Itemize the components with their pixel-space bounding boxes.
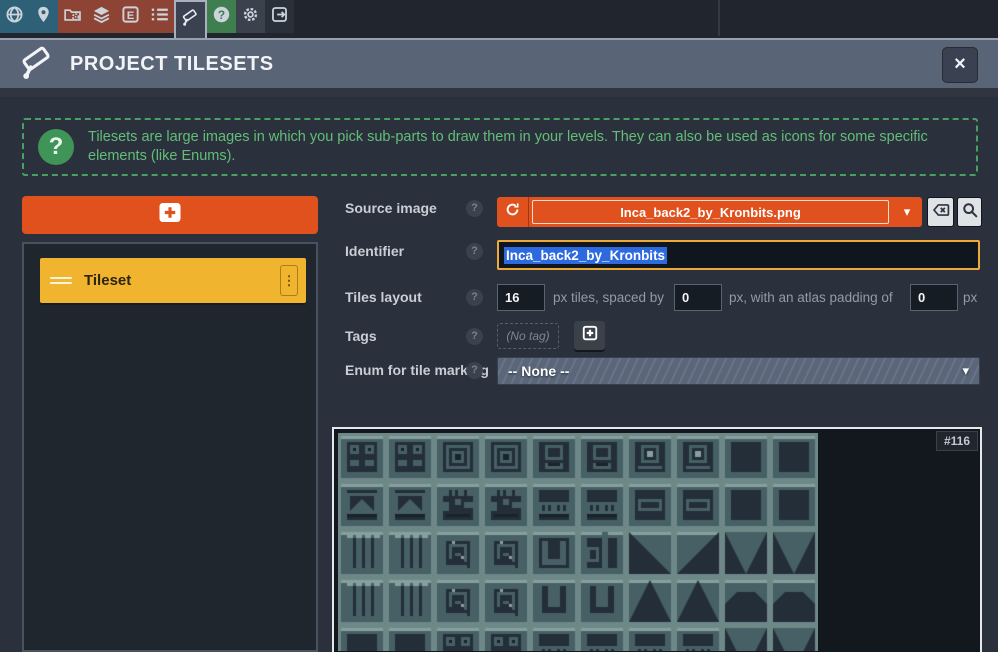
item-menu-button[interactable]: ⋮	[280, 265, 298, 296]
enum-marking-select[interactable]: -- None -- ▾	[497, 357, 980, 385]
layers-icon	[92, 5, 111, 29]
tiles-layout-text-1: px tiles, spaced by	[553, 290, 664, 305]
world-icon	[5, 5, 24, 29]
exit-button[interactable]	[265, 0, 294, 33]
chevron-down-icon: ▾	[962, 363, 969, 379]
plus-icon	[158, 202, 182, 228]
tileset-preview: #116	[332, 427, 982, 652]
reload-image-button[interactable]	[497, 197, 529, 227]
refresh-icon	[504, 201, 521, 223]
tileset-preview-image	[338, 433, 818, 651]
source-image-help-icon[interactable]: ?	[466, 200, 483, 217]
tiles-layout-text-2: px, with an atlas padding of	[729, 290, 893, 305]
identifier-input[interactable]: Inca_back2_by_Kronbits	[497, 240, 980, 270]
tile-count-badge: #116	[936, 431, 978, 451]
tiles-layout-text-3: px	[963, 290, 977, 305]
enum-marking-value: -- None --	[508, 363, 569, 379]
no-tag-placeholder: (No tag)	[497, 323, 559, 349]
header-shadow-strip	[0, 88, 998, 97]
svg-text:E: E	[127, 9, 135, 21]
magnifier-icon	[961, 201, 979, 224]
plus-square-icon	[580, 323, 600, 348]
svg-text:?: ?	[218, 7, 225, 21]
exit-icon	[270, 5, 289, 29]
drag-handle-icon[interactable]	[50, 277, 72, 284]
entities-button[interactable]	[145, 0, 174, 33]
tile-size-input[interactable]	[497, 284, 545, 311]
gear-icon	[241, 5, 260, 29]
folder-gear-icon	[63, 5, 82, 29]
enum-marking-help-icon[interactable]: ?	[466, 362, 483, 379]
tags-help-icon[interactable]: ?	[466, 328, 483, 345]
ldtk-project-tilesets-panel: E ? PROJECT TILESETS × ? Tilesets are la…	[0, 0, 998, 652]
identifier-selected-text: Inca_back2_by_Kronbits	[504, 247, 667, 264]
source-image-bar: Inca_back2_by_Kronbits.png ▾	[497, 197, 922, 227]
paint-roller-header-icon	[18, 45, 58, 83]
clear-image-button[interactable]	[927, 197, 954, 227]
backspace-icon	[932, 201, 950, 224]
atlas-padding-input[interactable]	[910, 284, 958, 311]
add-tag-button[interactable]	[574, 321, 605, 350]
tiles-layout-label: Tiles layout	[345, 289, 422, 305]
map-pin-icon	[34, 5, 53, 29]
close-button[interactable]: ×	[942, 47, 978, 83]
list-icon	[150, 5, 169, 29]
enums-button[interactable]: E	[116, 0, 145, 33]
help-question-icon: ?	[38, 129, 74, 165]
world-button[interactable]	[0, 0, 29, 33]
tileset-list-item[interactable]: Tileset ⋮	[40, 258, 306, 303]
tileset-item-label: Tileset	[84, 272, 131, 289]
tiles-layout-help-icon[interactable]: ?	[466, 289, 483, 306]
help-text: Tilesets are large images in which you p…	[88, 128, 962, 166]
locations-button[interactable]	[29, 0, 58, 33]
source-image-file-button[interactable]: Inca_back2_by_Kronbits.png	[532, 200, 889, 224]
locate-image-button[interactable]	[957, 197, 982, 227]
help-box: ? Tilesets are large images in which you…	[22, 118, 978, 176]
tileset-list: Tileset ⋮	[22, 242, 318, 652]
project-settings-button[interactable]	[58, 0, 87, 33]
enum-e-icon: E	[121, 5, 140, 29]
source-image-label: Source image	[345, 200, 437, 216]
settings-button[interactable]	[236, 0, 265, 33]
identifier-label: Identifier	[345, 243, 404, 259]
tags-label: Tags	[345, 328, 377, 344]
tilesets-button[interactable]	[174, 0, 207, 38]
toolbar-divider	[718, 0, 720, 36]
tile-spacing-input[interactable]	[674, 284, 722, 311]
source-image-dropdown-button[interactable]: ▾	[892, 197, 922, 227]
main-toolbar: E ?	[0, 0, 998, 38]
layers-button[interactable]	[87, 0, 116, 33]
page-title: PROJECT TILESETS	[70, 53, 274, 76]
identifier-help-icon[interactable]: ?	[466, 243, 483, 260]
help-button[interactable]: ?	[207, 0, 236, 33]
paint-roller-icon	[181, 8, 200, 32]
panel-header: PROJECT TILESETS ×	[0, 38, 998, 88]
question-icon: ?	[212, 5, 231, 29]
add-tileset-button[interactable]	[22, 196, 318, 234]
